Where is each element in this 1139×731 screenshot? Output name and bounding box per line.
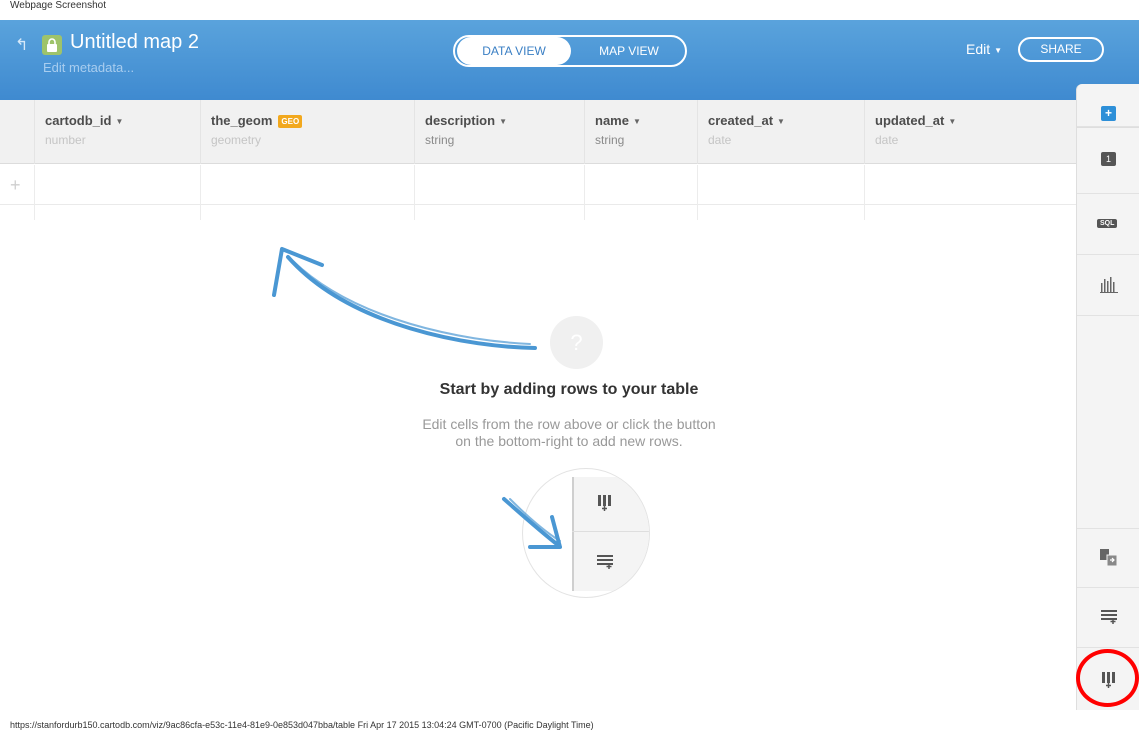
column-name-text: updated_at: [875, 113, 945, 128]
sidebar-layer[interactable]: 1: [1077, 127, 1139, 194]
add-row-icon: [597, 555, 613, 569]
column-header-the-geom[interactable]: the_geom GEO geometry: [201, 100, 415, 164]
table-cell[interactable]: [201, 165, 415, 205]
column-name: the_geom GEO: [211, 113, 303, 129]
sidebar-sql[interactable]: SQL: [1077, 194, 1139, 255]
chevron-down-icon[interactable]: ▼: [499, 117, 507, 126]
column-name: created_at ▼: [708, 113, 785, 128]
table-cell[interactable]: [415, 165, 585, 205]
column-name-text: created_at: [708, 113, 774, 128]
column-type: date: [708, 133, 732, 147]
empty-state-line: Edit cells from the row above or click t…: [422, 416, 716, 432]
column-header-updated-at[interactable]: updated_at ▼ date: [865, 100, 1076, 164]
screenshot-label: Webpage Screenshot: [10, 0, 106, 11]
lock-icon[interactable]: [42, 35, 62, 55]
column-header-created-at[interactable]: created_at ▼ date: [698, 100, 865, 164]
table-cell[interactable]: [585, 165, 698, 205]
edit-menu-label: Edit: [966, 41, 991, 57]
row-divider: [415, 205, 585, 220]
column-name-text: description: [425, 113, 496, 128]
map-title[interactable]: Untitled map 2: [70, 31, 199, 54]
empty-state-line: on the bottom-right to add new rows.: [455, 433, 683, 449]
layer-count-icon: 1: [1101, 152, 1116, 166]
row-divider: [0, 205, 35, 220]
share-button[interactable]: SHARE: [1018, 37, 1104, 62]
column-header-row: cartodb_id ▼ number the_geom GEO geometry …: [0, 100, 1076, 164]
chevron-down-icon: ▼: [994, 45, 1003, 55]
chevron-down-icon[interactable]: ▼: [115, 117, 123, 126]
sidebar-chart[interactable]: [1077, 255, 1139, 316]
column-type: string: [425, 133, 455, 147]
add-layer-icon: +: [1101, 106, 1116, 121]
back-icon[interactable]: ↰: [15, 38, 33, 54]
table-cell[interactable]: [698, 165, 865, 205]
right-sidebar: + 1 SQL: [1076, 84, 1139, 710]
add-row-icon: [1101, 610, 1117, 624]
row-divider: [698, 205, 865, 220]
row-divider: [585, 205, 698, 220]
sql-icon: SQL: [1097, 219, 1118, 228]
edit-menu[interactable]: Edit ▼: [966, 41, 1002, 57]
sidebar-merge-tables[interactable]: [1077, 528, 1139, 588]
column-header-description[interactable]: description ▼ string: [415, 100, 585, 164]
column-type: date: [875, 133, 899, 147]
column-name-text: name: [595, 113, 629, 128]
highlight-circle: [1076, 649, 1139, 707]
column-name: cartodb_id ▼: [45, 113, 123, 128]
column-name: name ▼: [595, 113, 641, 128]
column-type: geometry: [211, 133, 262, 147]
row-divider: [201, 205, 415, 220]
arrow-to-hint-icon: [502, 497, 562, 549]
row-number-header: [0, 100, 35, 164]
column-type: number: [45, 133, 86, 147]
geo-badge: GEO: [278, 115, 303, 129]
chevron-down-icon[interactable]: ▼: [948, 117, 956, 126]
view-toggle: DATA VIEW MAP VIEW: [453, 35, 687, 67]
add-column-icon: [598, 495, 611, 511]
map-view-button[interactable]: MAP VIEW: [573, 37, 685, 65]
hint-divider: [572, 531, 649, 532]
arrow-to-row-icon: [272, 247, 537, 350]
help-icon: ?: [550, 316, 603, 369]
empty-state-description: Edit cells from the row above or click t…: [369, 416, 769, 450]
table-row: [0, 165, 1076, 205]
column-header-cartodb-id[interactable]: cartodb_id ▼ number: [35, 100, 201, 164]
column-type: string: [595, 133, 625, 147]
padlock-glyph: [47, 38, 57, 52]
data-view-button[interactable]: DATA VIEW: [457, 37, 571, 65]
add-row-plus-icon[interactable]: +: [10, 176, 21, 194]
merge-tables-icon: [1100, 549, 1118, 567]
column-name: description ▼: [425, 113, 507, 128]
column-name-text: cartodb_id: [45, 113, 112, 128]
sidebar-add-layer[interactable]: +: [1077, 84, 1139, 127]
row-divider: [35, 205, 201, 220]
chart-icon: [1100, 277, 1118, 293]
sidebar-add-row[interactable]: [1077, 588, 1139, 648]
edit-metadata-link[interactable]: Edit metadata...: [43, 60, 134, 75]
column-header-name[interactable]: name ▼ string: [585, 100, 698, 164]
chevron-down-icon[interactable]: ▼: [777, 117, 785, 126]
column-name-text: the_geom: [211, 113, 273, 128]
chevron-down-icon[interactable]: ▼: [633, 117, 641, 126]
empty-state-title: Start by adding rows to your table: [439, 381, 699, 398]
table-cell[interactable]: [35, 165, 201, 205]
column-name: updated_at ▼: [875, 113, 956, 128]
footer-url: https://stanfordurb150.cartodb.com/viz/9…: [10, 720, 594, 730]
